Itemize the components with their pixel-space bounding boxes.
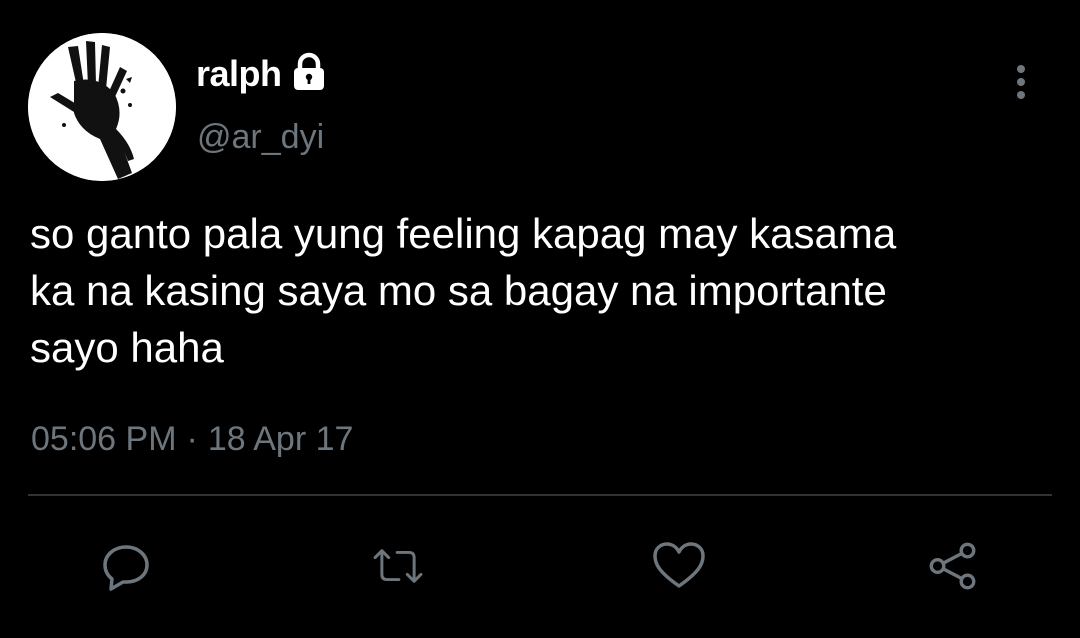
divider bbox=[28, 494, 1052, 496]
avatar[interactable] bbox=[28, 33, 176, 181]
hand-avatar-image bbox=[28, 33, 176, 181]
tweet-timestamp: 05:06 PM · 18 Apr 17 bbox=[31, 420, 353, 459]
tweet-text: so ganto pala yung feeling kapag may kas… bbox=[30, 210, 897, 371]
share-icon bbox=[929, 542, 976, 590]
lock-icon bbox=[293, 52, 324, 90]
share-button[interactable] bbox=[925, 540, 981, 592]
tweet-time: 05:06 PM bbox=[31, 420, 177, 458]
like-button[interactable] bbox=[651, 540, 707, 592]
tweet-date: 18 Apr 17 bbox=[207, 420, 354, 458]
author-handle[interactable]: @ar_dyi bbox=[197, 118, 324, 157]
more-options-button[interactable] bbox=[1006, 62, 1036, 102]
heart-icon bbox=[653, 542, 705, 588]
reply-button[interactable] bbox=[98, 540, 154, 592]
author-display-name[interactable]: ralph bbox=[196, 53, 282, 95]
timestamp-separator: · bbox=[186, 420, 198, 458]
more-vertical-icon bbox=[1017, 65, 1025, 99]
retweet-button[interactable] bbox=[370, 540, 426, 592]
author-name-row[interactable]: ralph bbox=[196, 52, 328, 96]
retweet-icon bbox=[373, 549, 423, 583]
reply-icon bbox=[103, 545, 149, 591]
